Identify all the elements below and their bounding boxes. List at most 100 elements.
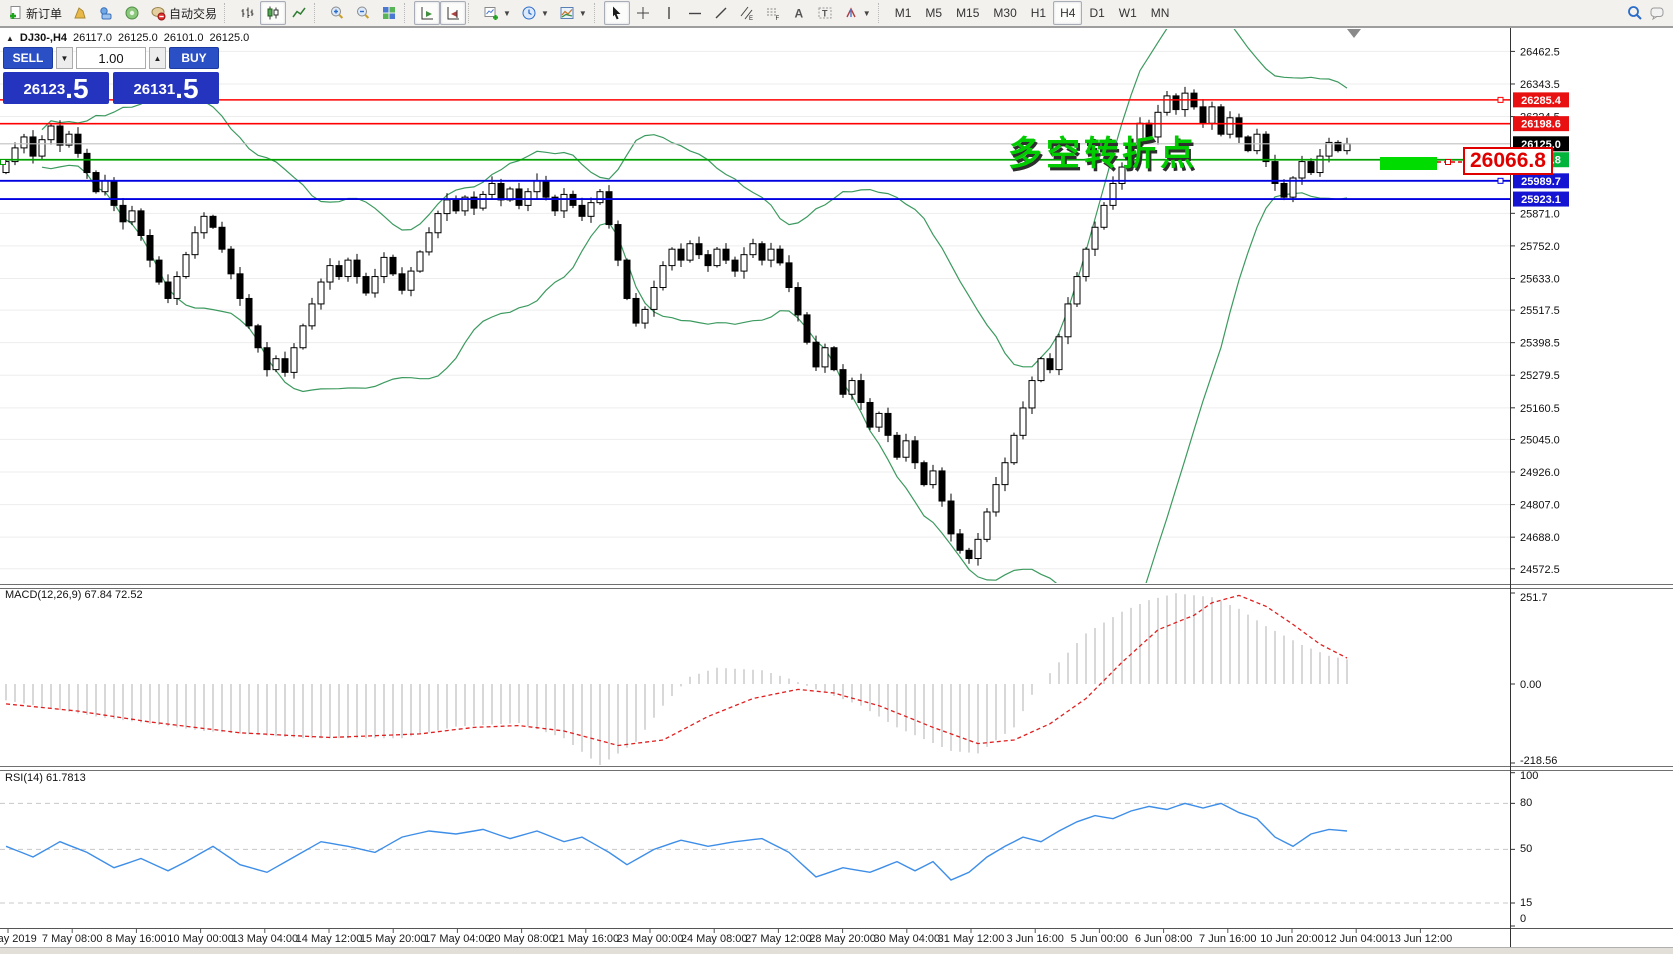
chat-icon[interactable] bbox=[1649, 5, 1665, 21]
svg-text:24 May 08:00: 24 May 08:00 bbox=[681, 933, 748, 945]
svg-text:5 Jun 00:00: 5 Jun 00:00 bbox=[1071, 933, 1129, 945]
bar-chart-button[interactable] bbox=[234, 1, 260, 25]
svg-text:26198.6: 26198.6 bbox=[1521, 119, 1561, 131]
svg-text:T: T bbox=[822, 9, 828, 19]
volume-input[interactable]: 1.00 bbox=[76, 47, 146, 69]
price-callout-box[interactable]: 26066.8 bbox=[1463, 147, 1553, 175]
chart-canvas[interactable]: 26462.526343.526224.525871.025752.025633… bbox=[0, 0, 1673, 954]
timeframe-M15[interactable]: M15 bbox=[949, 1, 986, 25]
new-order-icon bbox=[7, 5, 23, 21]
svg-text:25989.7: 25989.7 bbox=[1521, 176, 1561, 188]
svg-text:25045.0: 25045.0 bbox=[1520, 434, 1560, 446]
buy-price-box[interactable]: 26131 .5 bbox=[113, 72, 219, 104]
autotrading-button[interactable]: 自动交易 bbox=[145, 1, 222, 25]
timeframe-M1[interactable]: M1 bbox=[888, 1, 919, 25]
trendline-button[interactable] bbox=[708, 1, 734, 25]
chart-shift-button[interactable] bbox=[440, 1, 466, 25]
horizontal-line-button[interactable] bbox=[682, 1, 708, 25]
svg-text:25752.0: 25752.0 bbox=[1520, 241, 1560, 253]
volume-decrease-button[interactable]: ▼ bbox=[56, 47, 73, 69]
svg-text:0.00: 0.00 bbox=[1520, 679, 1541, 691]
toolbar-separator bbox=[314, 3, 322, 23]
svg-text:25279.5: 25279.5 bbox=[1520, 370, 1560, 382]
symbol-info-bar: ▲ DJ30-,H4 26117.0 26125.0 26101.0 26125… bbox=[6, 32, 249, 44]
svg-text:26343.5: 26343.5 bbox=[1520, 79, 1560, 91]
svg-text:24688.0: 24688.0 bbox=[1520, 532, 1560, 544]
svg-text:25633.0: 25633.0 bbox=[1520, 273, 1560, 285]
new-order-button[interactable]: 新订单 bbox=[2, 1, 67, 25]
line-chart-button[interactable] bbox=[286, 1, 312, 25]
vertical-line-button[interactable] bbox=[656, 1, 682, 25]
dropdown-arrow-icon: ▼ bbox=[541, 9, 549, 18]
equidistant-channel-icon: E bbox=[739, 5, 755, 21]
toolbar-separator bbox=[224, 3, 232, 23]
volume-increase-button[interactable]: ▲ bbox=[149, 47, 166, 69]
sell-button[interactable]: SELL bbox=[3, 47, 53, 69]
timeframe-M5[interactable]: M5 bbox=[918, 1, 949, 25]
text-label-button[interactable]: T bbox=[812, 1, 838, 25]
chart-annotation-text[interactable]: 多空转折点 bbox=[1008, 126, 1198, 175]
candlestick-chart-button[interactable] bbox=[260, 1, 286, 25]
search-icon[interactable] bbox=[1627, 5, 1643, 21]
new-order-label: 新订单 bbox=[26, 5, 62, 22]
svg-text:A: A bbox=[794, 7, 803, 21]
dropdown-arrow-icon: ▼ bbox=[503, 9, 511, 18]
auto-scroll-icon bbox=[419, 5, 435, 21]
timeframe-H1[interactable]: H1 bbox=[1024, 1, 1053, 25]
svg-text:25517.5: 25517.5 bbox=[1520, 305, 1560, 317]
timeframe-MN[interactable]: MN bbox=[1144, 1, 1177, 25]
terminal-button[interactable] bbox=[93, 1, 119, 25]
svg-text:24807.0: 24807.0 bbox=[1520, 500, 1560, 512]
cursor-button[interactable] bbox=[604, 1, 630, 25]
svg-text:E: E bbox=[749, 16, 753, 21]
text-button[interactable]: A bbox=[786, 1, 812, 25]
new-chart-button[interactable]: ▼ bbox=[478, 1, 516, 25]
text-icon: A bbox=[791, 5, 807, 21]
dropdown-arrow-icon: ▼ bbox=[579, 9, 587, 18]
svg-text:F: F bbox=[775, 16, 779, 21]
svg-text:26285.4: 26285.4 bbox=[1521, 95, 1562, 107]
dropdown-arrow-icon: ▼ bbox=[863, 9, 871, 18]
buy-price-pips: .5 bbox=[175, 75, 198, 103]
svg-text:17 May 04:00: 17 May 04:00 bbox=[424, 933, 491, 945]
auto-scroll-button[interactable] bbox=[414, 1, 440, 25]
toolbar-separator bbox=[468, 3, 476, 23]
svg-text:24926.0: 24926.0 bbox=[1520, 467, 1560, 479]
ohlc-high: 26125.0 bbox=[118, 32, 158, 44]
equidistant-channel-button[interactable]: E bbox=[734, 1, 760, 25]
autotrading-label: 自动交易 bbox=[169, 5, 217, 22]
new-chart-icon bbox=[483, 5, 499, 21]
panel-collapse-icon[interactable]: ▲ bbox=[6, 34, 14, 43]
metaeditor-button[interactable] bbox=[67, 1, 93, 25]
timeframe-D1[interactable]: D1 bbox=[1082, 1, 1111, 25]
svg-text:8 May 16:00: 8 May 16:00 bbox=[106, 933, 167, 945]
main-toolbar: 新订单 自动交易 bbox=[0, 0, 1673, 27]
news-button[interactable] bbox=[119, 1, 145, 25]
timeframe-group: M1M5M15M30H1H4D1W1MN bbox=[888, 1, 1177, 25]
svg-text:100: 100 bbox=[1520, 770, 1538, 782]
svg-text:3 Jun 16:00: 3 Jun 16:00 bbox=[1006, 933, 1064, 945]
timeframe-H4[interactable]: H4 bbox=[1053, 1, 1082, 25]
ohlc-low: 26101.0 bbox=[164, 32, 204, 44]
toolbar-right bbox=[1627, 5, 1671, 21]
one-click-trading-panel: SELL ▼ 1.00 ▲ BUY 26123 .5 26131 .5 bbox=[3, 47, 219, 104]
templates-icon bbox=[559, 5, 575, 21]
timeframe-W1[interactable]: W1 bbox=[1112, 1, 1144, 25]
timeframe-M30[interactable]: M30 bbox=[986, 1, 1023, 25]
svg-text:14 May 12:00: 14 May 12:00 bbox=[296, 933, 363, 945]
templates-button[interactable]: ▼ bbox=[554, 1, 592, 25]
svg-text:7 Jun 16:00: 7 Jun 16:00 bbox=[1199, 933, 1257, 945]
tile-windows-button[interactable] bbox=[376, 1, 402, 25]
buy-button[interactable]: BUY bbox=[169, 47, 219, 69]
svg-text:27 May 12:00: 27 May 12:00 bbox=[745, 933, 812, 945]
arrows-button[interactable]: ▼ bbox=[838, 1, 876, 25]
zoom-out-button[interactable] bbox=[350, 1, 376, 25]
sell-price-box[interactable]: 26123 .5 bbox=[3, 72, 109, 104]
periods-button[interactable]: ▼ bbox=[516, 1, 554, 25]
crosshair-button[interactable] bbox=[630, 1, 656, 25]
fibonacci-button[interactable]: F bbox=[760, 1, 786, 25]
svg-text:25871.0: 25871.0 bbox=[1520, 208, 1560, 220]
svg-text:28 May 20:00: 28 May 20:00 bbox=[809, 933, 876, 945]
zoom-in-button[interactable] bbox=[324, 1, 350, 25]
svg-text:15 May 20:00: 15 May 20:00 bbox=[360, 933, 427, 945]
